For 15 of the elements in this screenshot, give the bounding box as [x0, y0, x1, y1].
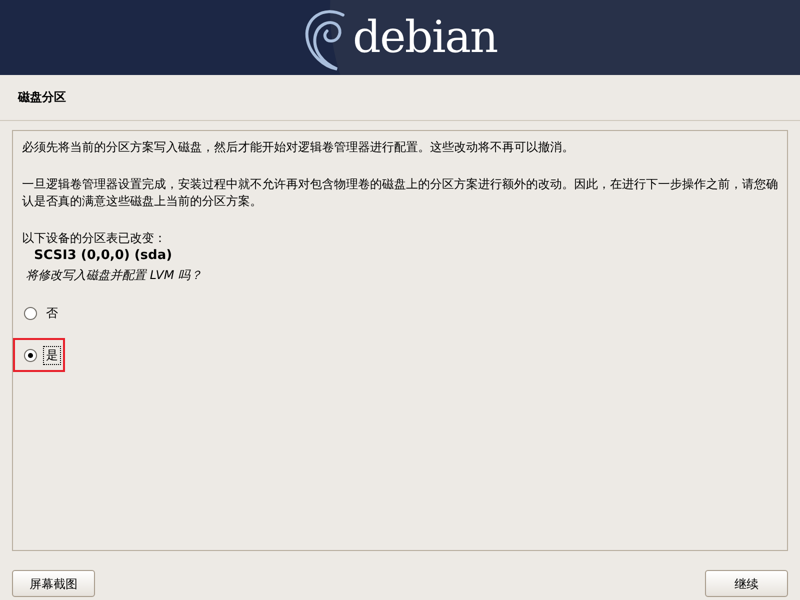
radio-button[interactable]: [24, 306, 37, 320]
option-label: 是: [43, 346, 61, 364]
option-label: 否: [45, 304, 59, 322]
question-text: 将修改写入磁盘并配置 LVM 吗？: [25, 267, 204, 284]
radio-option[interactable]: 是: [13, 338, 65, 372]
device-name: SCSI3 (0,0,0) (sda): [33, 247, 174, 264]
screenshot-button[interactable]: 屏幕截图: [12, 570, 95, 597]
page-title: 磁盘分区: [16, 89, 67, 106]
continue-button[interactable]: 继续: [705, 570, 788, 597]
message-paragraph: 一旦逻辑卷管理器设置完成，安装过程中就不允许再对包含物理卷的磁盘上的分区方案进行额外的改动。因此，在进行下一步操作之前，请您确认是否真的满意这些磁盘上当前的分区方案。: [22, 176, 778, 210]
devices-label: 以下设备的分区表已改变：: [22, 230, 167, 247]
radio-button[interactable]: [24, 348, 37, 362]
radio-option[interactable]: 否: [13, 296, 65, 330]
logo-wordmark: debian: [352, 16, 498, 60]
message-paragraph: 必须先将当前的分区方案写入磁盘，然后才能开始对逻辑卷管理器进行配置。这些改动将不再可以撤消。: [22, 139, 575, 156]
